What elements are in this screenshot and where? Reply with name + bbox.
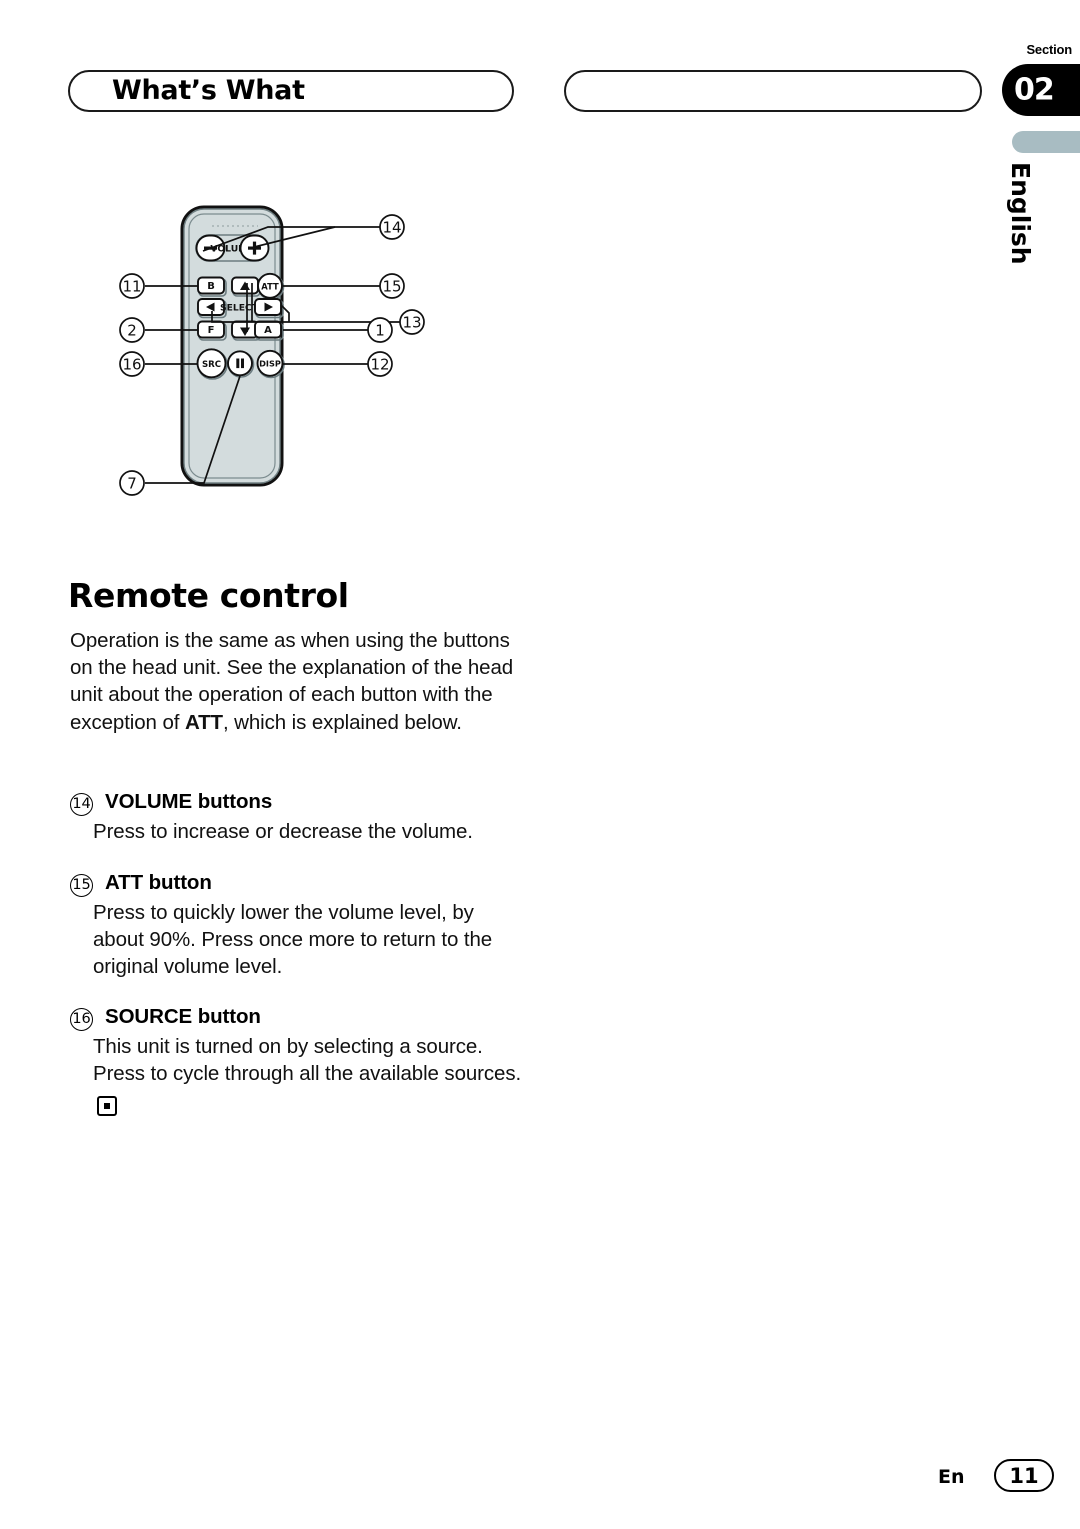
footer-page-number-pill: 11 [994,1459,1054,1492]
svg-text:11: 11 [122,278,141,296]
svg-text:B: B [207,281,215,292]
att-button: ATT [257,272,285,301]
svg-text:F: F [208,325,215,336]
callout-12: 12 [367,351,393,377]
svg-text:13: 13 [402,314,421,332]
svg-text:15: 15 [382,278,401,296]
language-accent-bar [1012,131,1080,153]
volume-plus-button [239,234,270,262]
section-label: Section [1026,42,1072,57]
item-title: VOLUME buttons [105,790,273,813]
document-page: What’s What Section 02 English .lbl{font… [0,0,1080,1529]
svg-text:16: 16 [122,356,141,374]
item-description-text: This unit is turned on by selecting a so… [93,1035,522,1086]
header-secondary-pill [564,70,982,112]
intro-text-after: , which is explained below. [222,710,462,734]
list-item-heading: 14 VOLUME buttons [70,790,530,816]
header-title-pill: What’s What [68,70,514,112]
language-tab-label: English [1006,162,1035,265]
intro-text-bold: ATT [184,710,223,734]
b-button: B [197,276,227,297]
svg-text:A: A [264,325,272,336]
section-heading: Remote control [68,576,349,615]
page-title: What’s What [112,74,305,106]
svg-text:12: 12 [370,356,389,374]
disp-button: DISP [256,349,285,379]
svg-text:14: 14 [382,219,401,237]
item-description: This unit is turned on by selecting a so… [93,1033,525,1117]
callout-13: 13 [399,309,425,335]
svg-text:SRC: SRC [202,360,221,370]
footer-language-code: En [938,1466,965,1488]
callout-7: 7 [119,470,145,496]
callout-16: 16 [119,351,145,377]
callout-14: 14 [379,214,405,240]
item-description: Press to quickly lower the volume level,… [93,901,493,979]
pause-button [227,350,255,378]
f-button: F [197,320,227,341]
section-number-tab: 02 [1002,64,1080,116]
section-number: 02 [1014,72,1055,108]
callout-1: 1 [367,317,393,343]
list-item-heading: 15 ATT button [70,871,530,897]
remote-control-figure: .lbl{font-family:"DejaVu Sans",sans-seri… [100,195,480,545]
select-right-button [254,298,284,319]
svg-text:7: 7 [127,475,137,493]
footer-page-number: 11 [1009,1463,1039,1488]
select-label: SELECT [220,303,259,314]
list-item-heading: 16 SOURCE button [70,1005,530,1031]
item-number-badge: 15 [70,873,93,897]
item-description: Press to increase or decrease the volume… [93,820,473,843]
item-title: ATT button [105,871,212,894]
callout-2: 2 [119,317,145,343]
item-number-badge: 16 [70,1007,93,1031]
end-of-section-marker [97,1096,117,1117]
select-up-button [231,276,261,297]
a-button: A [254,320,284,341]
callout-11: 11 [119,273,145,299]
svg-text:ATT: ATT [261,281,279,291]
callout-15: 15 [379,273,405,299]
intro-paragraph: Operation is the same as when using the … [70,627,522,736]
item-number-badge: 14 [70,792,93,816]
src-button: SRC [196,348,228,380]
svg-text:DISP: DISP [259,359,281,369]
svg-text:2: 2 [127,322,137,340]
svg-text:1: 1 [375,322,385,340]
item-title: SOURCE button [105,1005,261,1028]
